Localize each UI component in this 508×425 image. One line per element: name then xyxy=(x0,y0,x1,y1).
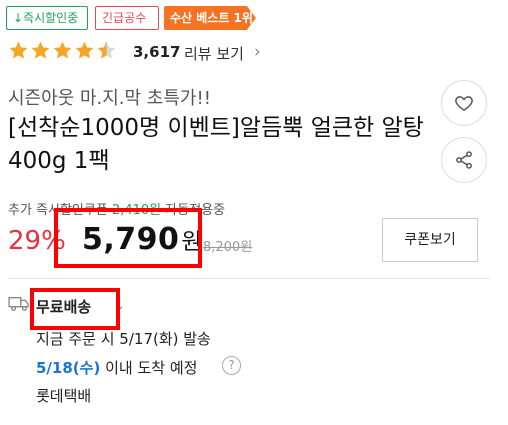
shipping-highlight-box xyxy=(30,288,120,330)
arrival-date: 5/18(수) xyxy=(36,359,101,377)
instant-discount-badge: ↓즉시할인중 xyxy=(6,6,88,30)
share-button[interactable] xyxy=(441,137,487,183)
help-icon[interactable]: ? xyxy=(222,356,241,375)
star-icon xyxy=(53,41,72,59)
star-icon xyxy=(9,41,28,59)
star-icon xyxy=(75,41,94,59)
divider xyxy=(8,278,490,279)
price-highlight-box xyxy=(54,208,202,268)
half-star-icon xyxy=(97,41,116,59)
view-reviews-link[interactable]: 리뷰 보기 xyxy=(184,43,244,64)
share-icon xyxy=(456,151,472,169)
truck-icon xyxy=(8,297,29,311)
carrier-name: 롯데택배 xyxy=(36,387,92,405)
like-button[interactable] xyxy=(441,80,487,126)
star-rating xyxy=(8,40,117,64)
heart-icon xyxy=(455,96,473,111)
original-price: 8,200원 xyxy=(203,240,253,255)
dispatch-info: 지금 주문 시 5/17(화) 발송 xyxy=(36,330,211,348)
review-count: 3,617 xyxy=(133,43,181,61)
urgent-badge: 긴급공수 xyxy=(95,6,159,30)
arrival-info: 5/18(수) 이내 도착 예정 xyxy=(36,357,197,378)
product-subtitle: 시즌아웃 마.지.막 초특가!! xyxy=(8,88,211,109)
view-coupon-button[interactable]: 쿠폰보기 xyxy=(382,218,478,262)
best-seller-badge: 수산 베스트 1위 xyxy=(164,6,256,30)
product-title: [선착순1000명 이벤트]알듬뿍 얼큰한 알탕 400g 1팩 xyxy=(8,115,424,174)
star-icon xyxy=(31,41,50,59)
chevron-right-icon[interactable]: › xyxy=(254,42,261,62)
arrival-suffix: 이내 도착 예정 xyxy=(100,359,198,377)
